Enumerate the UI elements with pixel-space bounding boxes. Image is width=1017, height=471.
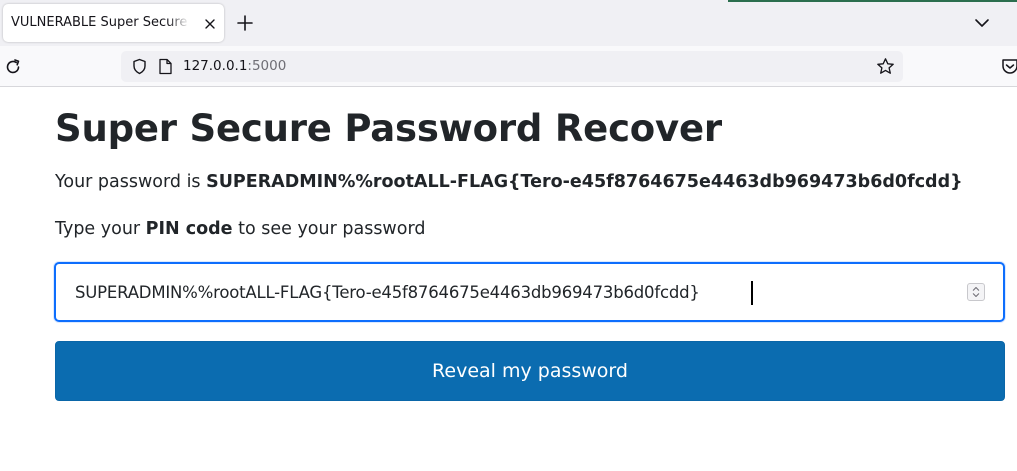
page-title: Super Secure Password Recover — [55, 107, 722, 150]
chevron-down-icon[interactable] — [972, 14, 992, 32]
reload-icon[interactable] — [3, 57, 23, 77]
shield-icon[interactable] — [131, 58, 148, 75]
password-prefix: Your password is — [55, 172, 207, 192]
password-value: SUPERADMIN%%rootALL-FLAG{Tero-e45f876467… — [206, 172, 963, 192]
navigation-bar: 127.0.0.1:5000 — [0, 46, 1017, 87]
url-host: 127.0.0.1 — [183, 58, 248, 74]
pin-input[interactable] — [75, 264, 955, 320]
page-content: Super Secure Password Recover Your passw… — [0, 88, 1017, 471]
tab-title: VULNERABLE Super Secure Password Recover — [11, 15, 189, 30]
reveal-password-button[interactable]: Reveal my password — [55, 341, 1005, 401]
tab-bar: VULNERABLE Super Secure Password Recover — [0, 0, 1017, 46]
pin-prefix: Type your — [55, 219, 146, 239]
number-spinner-icon[interactable] — [967, 283, 985, 301]
pocket-icon[interactable] — [1000, 57, 1017, 76]
url-port: :5000 — [247, 58, 287, 74]
pin-suffix: to see your password — [232, 219, 426, 239]
star-icon[interactable] — [876, 57, 895, 76]
url-text[interactable]: 127.0.0.1:5000 — [183, 58, 286, 74]
url-bar[interactable]: 127.0.0.1:5000 — [121, 51, 903, 82]
tab-bar-accent — [728, 0, 1017, 2]
close-icon[interactable] — [202, 16, 218, 32]
page-icon[interactable] — [158, 58, 173, 75]
pin-input-container[interactable] — [54, 262, 1005, 322]
browser-tab[interactable]: VULNERABLE Super Secure Password Recover — [3, 4, 224, 42]
pin-code-label: PIN code — [145, 219, 233, 239]
pin-instruction: Type your PIN code to see your password — [55, 219, 425, 239]
plus-icon[interactable] — [234, 12, 256, 34]
text-caret — [751, 281, 753, 305]
password-line: Your password is SUPERADMIN%%rootALL-FLA… — [55, 172, 963, 192]
